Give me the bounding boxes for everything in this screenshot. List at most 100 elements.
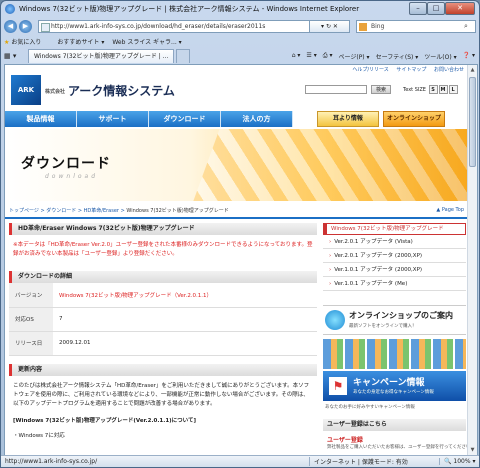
zoom-control[interactable]: 🔍 100% ▾ — [439, 458, 479, 465]
nav-download[interactable]: ダウンロード — [149, 111, 221, 127]
tab-active[interactable]: Windows 7(32ビット版)物理アップグレード | ... — [28, 49, 175, 63]
suggested-sites-link[interactable]: おすすめサイト ▾ — [57, 37, 104, 46]
table-row: バージョン Windows 7(32ビット版)物理アップグレード（Ver.2.0.… — [9, 283, 317, 308]
scroll-thumb[interactable] — [469, 77, 476, 167]
globe-icon — [325, 310, 345, 330]
sidebar-item[interactable]: › Ver.1.0.1 アップデータ (2000,XP) — [323, 263, 466, 277]
minimize-button[interactable]: – — [409, 2, 427, 15]
text-size-l[interactable]: L — [448, 85, 458, 94]
scroll-down-icon[interactable]: ▼ — [468, 445, 477, 455]
web-slice-link[interactable]: Web スライス ギャラ... ▾ — [112, 37, 181, 46]
search-provider-label: Bing — [371, 22, 385, 30]
hero-decoration — [186, 129, 468, 201]
new-tab-button[interactable] — [176, 49, 191, 63]
table-row: リリース日 2009.12.01 — [9, 331, 317, 356]
main-content: HD革命/Eraser Windows 7(32ビット版)物理アップグレード ※… — [9, 223, 317, 441]
help-menu[interactable]: ❓ ▾ — [463, 52, 475, 61]
text-size-m[interactable]: M — [438, 85, 448, 94]
sidebar: Windows 7(32ビット版)物理アップグレード › Ver.2.0.1 アッ… — [323, 223, 475, 451]
text-size-s[interactable]: S — [428, 85, 438, 94]
page-viewport: ヘルプ/リリース サイトマップ お問い合わせ ARK 株式会社 アーク情報システム… — [4, 64, 478, 456]
details-heading: ダウンロードの詳細 — [9, 271, 317, 283]
top-links: ヘルプ/リリース サイトマップ お問い合わせ — [346, 66, 464, 73]
breadcrumb-top[interactable]: トップページ — [9, 208, 39, 214]
favorites-button[interactable]: ★ お気に入り — [4, 37, 49, 46]
company-name[interactable]: 株式会社 アーク情報システム — [45, 82, 175, 99]
status-url: http://www1.ark-info-sys.co.jp/ — [5, 458, 98, 465]
vertical-scrollbar[interactable]: ▲ ▼ — [467, 65, 477, 455]
breadcrumb-download[interactable]: ダウンロード — [46, 208, 76, 214]
update-item: ・Windows 7に対応 — [13, 432, 65, 439]
star-icon: ★ — [4, 39, 10, 46]
title-bar: Windows 7(32ビット版)物理アップグレード | 株式会社アーク情報シス… — [1, 1, 479, 17]
product-heading: HD革命/Eraser Windows 7(32ビット版)物理アップグレード — [9, 223, 317, 235]
maximize-button[interactable]: □ — [427, 2, 445, 15]
update-version-title: [Windows 7(32ビット版)物理アップグレード(Ver.2.0.1.1)… — [13, 417, 197, 424]
back-button[interactable]: ◀ — [4, 19, 17, 33]
tools-menu[interactable]: ツール(O) ▾ — [424, 52, 456, 61]
nav-corporate[interactable]: 法人の方 — [221, 111, 293, 127]
site-search-input[interactable] — [305, 85, 367, 94]
browser-window: Windows 7(32ビット版)物理アップグレード | 株式会社アーク情報シス… — [0, 0, 480, 468]
command-bar: ⌂ ▾ ☰ ▾ ⎙ ▾ ページ(P) ▾ セーフティ(S) ▾ ツール(O) ▾… — [292, 52, 479, 61]
news-button[interactable]: 耳より情報 — [317, 111, 379, 127]
register-heading: ユーザー登録はこちら — [323, 419, 466, 431]
security-zone: インターネット | 保護モード: 有効 — [309, 457, 439, 466]
window-controls: – □ ✕ — [409, 2, 475, 15]
hero-title: ダウンロード — [21, 156, 111, 172]
safety-menu[interactable]: セーフティ(S) ▾ — [376, 52, 419, 61]
feeds-icon[interactable]: ☰ ▾ — [306, 52, 316, 61]
search-icon[interactable]: ⌕ — [464, 22, 474, 31]
site-header: ヘルプ/リリース サイトマップ お問い合わせ ARK 株式会社 アーク情報システム… — [5, 65, 468, 113]
breadcrumb: トップページ > ダウンロード > HD革命/Eraser > Windows … — [9, 208, 229, 214]
user-register-link[interactable]: ユーザー登録 弊社製品をご購入いただいたお客様は、ユーザー登録を行ってください。 — [323, 435, 475, 451]
logo[interactable]: ARK — [11, 75, 41, 105]
address-input[interactable]: http://www1.ark-info-sys.co.jp/download/… — [38, 19, 310, 33]
tab-list-icon[interactable]: ▦ ▾ — [4, 52, 28, 60]
web-page: ヘルプ/リリース サイトマップ お問い合わせ ARK 株式会社 アーク情報システム… — [5, 65, 475, 455]
campaign-caption: あなたのお手に好みやすいキャンペーン情報 — [325, 405, 415, 410]
address-bar-row: ◀ ▶ http://www1.ark-info-sys.co.jp/downl… — [1, 18, 479, 34]
arrow-icon: › — [329, 267, 332, 273]
online-shop-button[interactable]: オンラインショップ — [383, 111, 445, 127]
table-row: 対応OS 7 — [9, 307, 317, 332]
arrow-icon: › — [329, 253, 332, 259]
favorites-bar: ★ お気に入り おすすめサイト ▾ Web スライス ギャラ... ▾ — [1, 35, 479, 48]
scroll-up-icon[interactable]: ▲ — [468, 65, 477, 75]
nav-support[interactable]: サポート — [77, 111, 149, 127]
ie-logo-icon — [5, 4, 15, 14]
online-shop-banner[interactable]: オンラインショップのご案内 最新ソフトをオンラインで購入！ — [323, 305, 466, 335]
update-description: このたびは株式会社アーク情報システム「HD革命/Eraser」をご利用いただきま… — [9, 376, 317, 441]
people-illustration — [323, 339, 466, 369]
text-size-control: Text SIZE SML — [403, 85, 458, 94]
bing-icon — [359, 22, 367, 31]
forward-button[interactable]: ▶ — [19, 19, 32, 33]
breadcrumb-current: Windows 7(32ビット版)物理アップグレード — [126, 208, 229, 214]
close-button[interactable]: ✕ — [445, 2, 475, 15]
help-link[interactable]: ヘルプ/リリース — [352, 67, 388, 73]
nav-spacer — [293, 111, 313, 127]
search-input[interactable]: Bing ⌕ — [356, 19, 476, 33]
site-search-button[interactable]: 検索 — [371, 85, 391, 94]
sidebar-item[interactable]: › Ver.2.0.1 アップデータ (2000,XP) — [323, 249, 466, 263]
divider — [5, 217, 468, 219]
sidebar-item[interactable]: › Ver.2.0.1 アップデータ (Vista) — [323, 235, 466, 249]
nav-products[interactable]: 製品情報 — [5, 111, 77, 127]
page-menu[interactable]: ページ(P) ▾ — [338, 52, 369, 61]
address-controls[interactable]: ▾ ↻ ✕ — [310, 19, 350, 33]
tab-row: ▦ ▾ Windows 7(32ビット版)物理アップグレード | ... ⌂ ▾… — [1, 48, 479, 64]
registration-notice: ※本データは「HD革命/Eraser Ver.2.0」ユーザー登録をされた本番様… — [13, 242, 313, 257]
sidebar-item-current[interactable]: Windows 7(32ビット版)物理アップグレード — [323, 223, 466, 235]
contact-link[interactable]: お問い合わせ — [434, 67, 464, 73]
sitemap-link[interactable]: サイトマップ — [396, 67, 426, 73]
campaign-banner[interactable]: ⚑ キャンペーン情報 あなたの身近なお得なキャンペーン情報 — [323, 371, 466, 401]
home-icon[interactable]: ⌂ ▾ — [292, 52, 301, 61]
window-title: Windows 7(32ビット版)物理アップグレード | 株式会社アーク情報シス… — [19, 5, 360, 13]
hero-subtitle: download — [45, 173, 99, 180]
hero-banner: ダウンロード download — [5, 129, 468, 201]
sidebar-item[interactable]: › Ver.1.0.1 アップデータ (Me) — [323, 277, 466, 291]
page-top-link[interactable]: ▲ Page Top — [436, 207, 464, 213]
breadcrumb-eraser[interactable]: HD革命/Eraser — [84, 208, 119, 214]
print-icon[interactable]: ⎙ ▾ — [323, 52, 333, 61]
update-heading: 更新内容 — [9, 363, 317, 376]
